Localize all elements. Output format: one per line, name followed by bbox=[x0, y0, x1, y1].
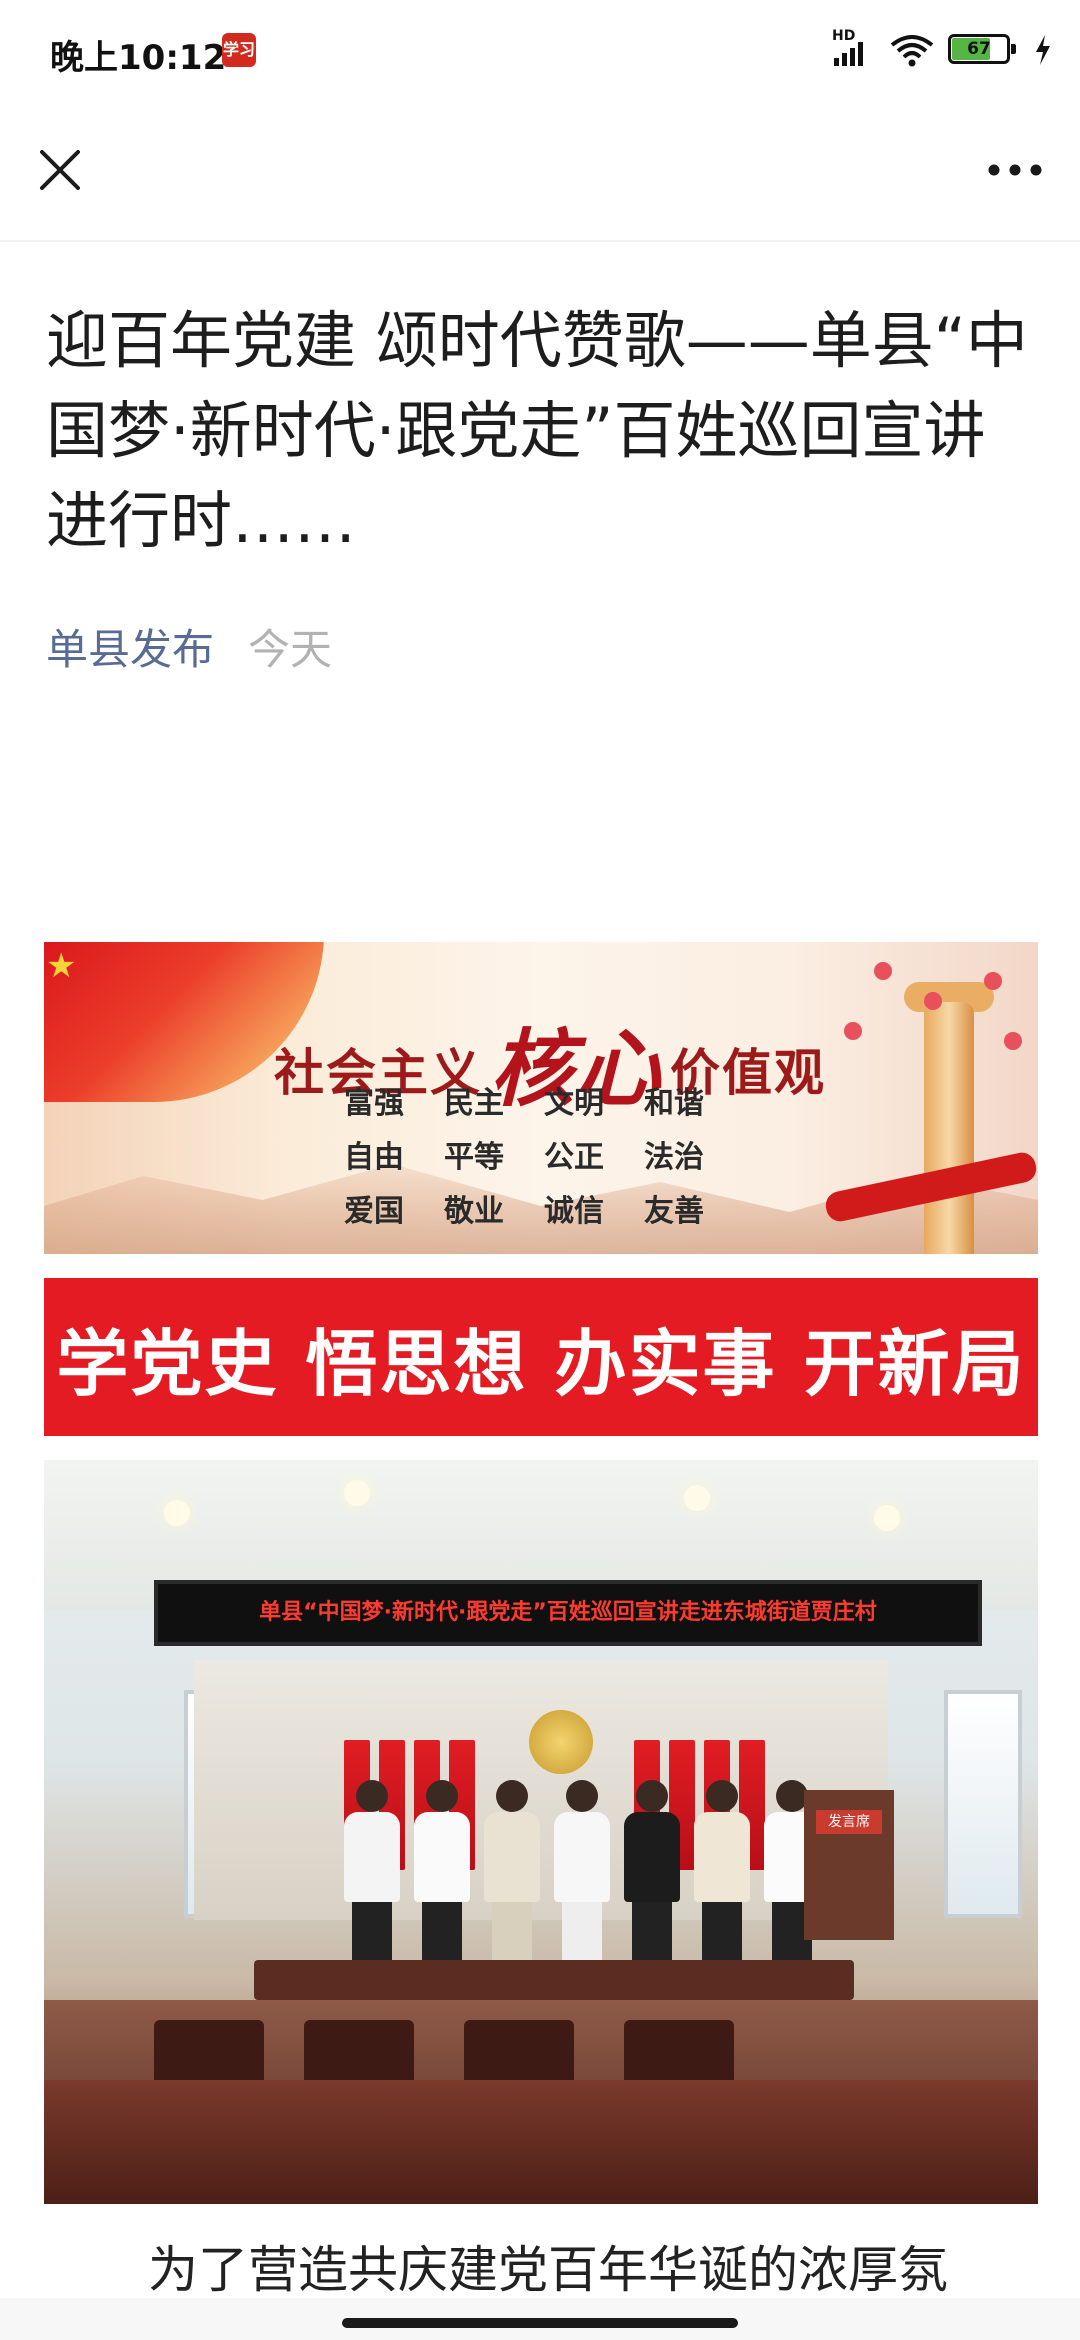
publish-date: 今天 bbox=[248, 625, 333, 674]
battery-percent: 67 bbox=[967, 39, 991, 59]
plum-blossom-decoration bbox=[984, 972, 1002, 990]
value-item: 敬业 bbox=[444, 1194, 504, 1229]
close-icon bbox=[40, 150, 80, 190]
value-item: 自由 bbox=[344, 1140, 404, 1175]
value-item: 诚信 bbox=[544, 1194, 604, 1229]
plum-blossom-decoration bbox=[874, 962, 892, 980]
close-button[interactable] bbox=[30, 140, 90, 200]
value-item: 友善 bbox=[644, 1194, 704, 1229]
ceiling-light bbox=[684, 1485, 710, 1511]
signal-icon: HD bbox=[832, 28, 876, 70]
ceiling-light bbox=[344, 1480, 370, 1506]
plum-blossom-decoration bbox=[844, 1022, 862, 1040]
podium-sign: 发言席 bbox=[816, 1810, 882, 1834]
value-item: 爱国 bbox=[344, 1194, 404, 1229]
author-link[interactable]: 单县发布 bbox=[46, 625, 214, 674]
value-item: 民主 bbox=[444, 1086, 504, 1121]
plum-blossom-decoration bbox=[924, 992, 942, 1010]
status-time: 晚上10:12 bbox=[50, 38, 227, 78]
value-item: 文明 bbox=[544, 1086, 604, 1121]
status-icons: HD 67 bbox=[832, 28, 1052, 72]
top-nav-bar bbox=[0, 120, 1080, 242]
values-list: 富强 民主 文明 和谐 自由 平等 公正 法治 爱国 敬业 诚信 友善 bbox=[344, 1082, 744, 1234]
status-bar: 晚上10:12 学习 HD 67 bbox=[0, 0, 1080, 100]
huabiao-pillar-decoration bbox=[924, 1002, 974, 1254]
foreground-desk bbox=[44, 2080, 1038, 2204]
article-meta: 单县发布 今天 bbox=[46, 616, 332, 677]
article-body-text: 为了营造共庆建党百年华诞的浓厚氛 bbox=[148, 2241, 948, 2299]
more-button[interactable] bbox=[980, 140, 1050, 200]
xuexi-app-icon: 学习 bbox=[222, 33, 256, 67]
value-item: 平等 bbox=[444, 1140, 504, 1175]
value-item: 公正 bbox=[544, 1140, 604, 1175]
value-item: 富强 bbox=[344, 1086, 404, 1121]
meeting-room-photo[interactable]: 单县“中国梦·新时代·跟党走”百姓巡回宣讲走进东城街道贾庄村 发言席 bbox=[44, 1460, 1038, 2204]
plum-blossom-decoration bbox=[1004, 1032, 1022, 1050]
wifi-icon bbox=[890, 35, 934, 67]
home-indicator[interactable] bbox=[342, 2318, 738, 2328]
led-sign: 单县“中国梦·新时代·跟党走”百姓巡回宣讲走进东城街道贾庄村 bbox=[154, 1580, 982, 1646]
value-item: 和谐 bbox=[644, 1086, 704, 1121]
charging-icon bbox=[1036, 35, 1050, 65]
slogan-text: 学党史 悟思想 办实事 开新局 bbox=[56, 1321, 1026, 1406]
more-icon bbox=[988, 164, 1042, 176]
article-title: 迎百年党建 颂时代赞歌——单县“中国梦·新时代·跟党走”百姓巡回宣讲进行时…… bbox=[46, 304, 1028, 557]
ceiling-light bbox=[874, 1505, 900, 1531]
party-emblem bbox=[529, 1710, 593, 1774]
ceiling-light bbox=[164, 1500, 190, 1526]
meeting-table bbox=[254, 1960, 854, 2000]
slogan-banner-image[interactable]: 学党史 悟思想 办实事 开新局 bbox=[44, 1278, 1038, 1436]
battery-icon: 67 bbox=[948, 34, 1020, 66]
value-item: 法治 bbox=[644, 1140, 704, 1175]
core-values-banner-image[interactable]: ★ 社会主义核心 价值观 富强 民主 文明 和谐 自由 平等 公正 法治 爱国 敬… bbox=[44, 942, 1038, 1254]
window bbox=[944, 1690, 1022, 1918]
